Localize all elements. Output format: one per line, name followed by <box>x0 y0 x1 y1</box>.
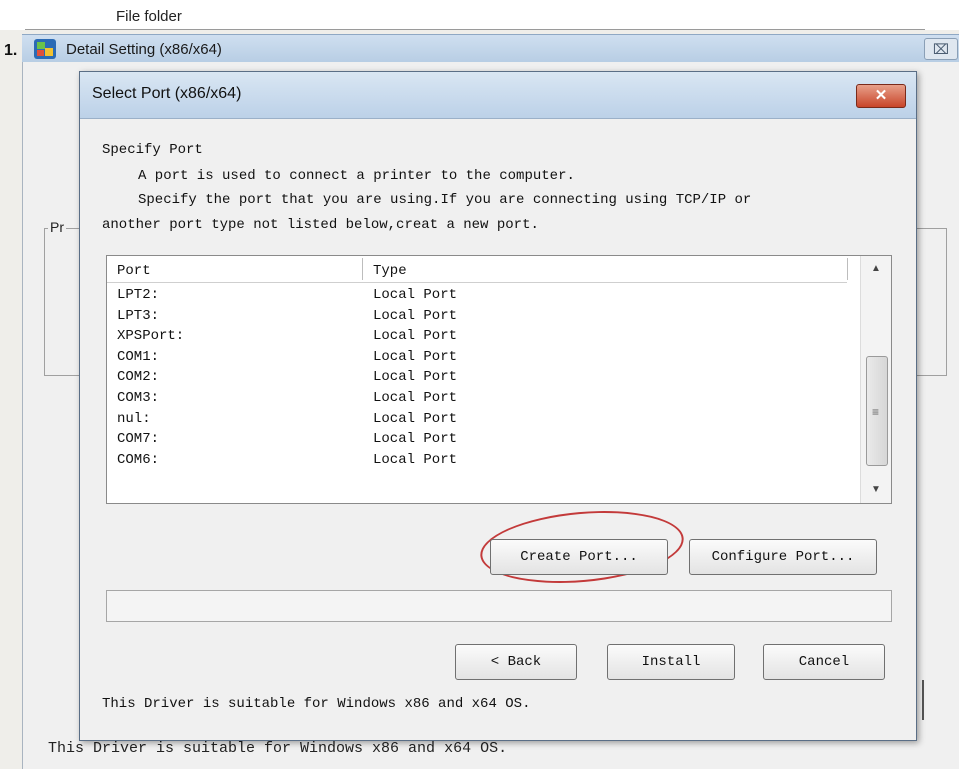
type-cell: Local Port <box>373 348 458 365</box>
vertical-scrollbar[interactable]: ▲ ≡ ▼ <box>860 256 891 503</box>
port-cell: COM7: <box>117 431 160 448</box>
table-row[interactable]: COM6: Local Port <box>107 450 847 471</box>
type-cell: Local Port <box>373 410 458 427</box>
dialog-close-button[interactable]: ✕ <box>856 84 906 108</box>
grip-icon: ≡ <box>872 405 880 419</box>
dialog-footer-note: This Driver is suitable for Windows x86 … <box>102 696 531 712</box>
type-cell: Local Port <box>373 307 458 324</box>
table-row[interactable]: nul: Local Port <box>107 409 847 430</box>
background-window-title: Detail Setting (x86/x64) <box>66 41 222 58</box>
divider <box>25 29 925 30</box>
port-cell: COM1: <box>117 348 160 365</box>
table-row[interactable]: COM2: Local Port <box>107 367 847 388</box>
table-row[interactable]: COM1: Local Port <box>107 347 847 368</box>
background-group-box-right <box>912 228 947 376</box>
description-line-3: another port type not listed below,creat… <box>102 217 539 233</box>
table-row[interactable]: COM3: Local Port <box>107 388 847 409</box>
background-close-button[interactable]: ⌧ <box>924 38 958 60</box>
type-cell: Local Port <box>373 431 458 448</box>
table-row[interactable]: LPT3: Local Port <box>107 306 847 327</box>
description-line-2: Specify the port that you are using.If y… <box>138 192 752 208</box>
port-cell: COM3: <box>117 389 160 406</box>
port-cell: nul: <box>117 410 151 427</box>
section-title: Specify Port <box>102 142 203 158</box>
scrollbar-thumb[interactable]: ≡ <box>866 356 888 466</box>
progress-bar <box>106 590 892 622</box>
column-header-port[interactable]: Port <box>117 263 151 279</box>
type-cell: Local Port <box>373 328 458 345</box>
create-port-button[interactable]: Create Port... <box>490 539 668 575</box>
column-header-type[interactable]: Type <box>373 263 407 279</box>
table-row[interactable]: XPSPort: Local Port <box>107 326 847 347</box>
description-line-1: A port is used to connect a printer to t… <box>138 168 575 184</box>
type-cell: Local Port <box>373 369 458 386</box>
port-cell: COM6: <box>117 451 160 468</box>
file-folder-text: File folder <box>116 8 182 25</box>
scroll-down-arrow-icon[interactable]: ▼ <box>861 477 891 503</box>
scroll-up-arrow-icon[interactable]: ▲ <box>861 256 891 282</box>
printer-app-icon <box>34 39 56 59</box>
background-group-box-left <box>44 228 83 376</box>
column-divider[interactable] <box>362 258 363 280</box>
type-cell: Local Port <box>373 287 458 303</box>
table-row[interactable]: LPT2: Local Port <box>107 285 847 306</box>
port-rows: LPT2: Local Port LPT3: Local Port XPSPor… <box>107 285 847 470</box>
cancel-button[interactable]: Cancel <box>763 644 885 680</box>
port-cell: XPSPort: <box>117 328 185 345</box>
port-cell: LPT2: <box>117 287 160 303</box>
step-number: 1. <box>4 42 18 59</box>
port-cell: LPT3: <box>117 307 160 324</box>
background-footer-note: This Driver is suitable for Windows x86 … <box>48 740 508 757</box>
port-list-header: Port Type <box>107 256 848 283</box>
port-list[interactable]: Port Type LPT2: Local Port LPT3: Local P… <box>106 255 892 504</box>
back-button[interactable]: < Back <box>455 644 577 680</box>
type-cell: Local Port <box>373 451 458 468</box>
install-button[interactable]: Install <box>607 644 735 680</box>
column-divider[interactable] <box>847 258 848 280</box>
port-cell: COM2: <box>117 369 160 386</box>
select-port-dialog: Select Port (x86/x64) ✕ Specify Port A p… <box>79 71 917 741</box>
background-group-label: Pr <box>48 219 66 235</box>
table-row[interactable]: COM7: Local Port <box>107 429 847 450</box>
dialog-titlebar[interactable]: Select Port (x86/x64) ✕ <box>80 72 916 119</box>
dialog-title: Select Port (x86/x64) <box>92 85 242 102</box>
background-window-edge <box>918 680 924 720</box>
type-cell: Local Port <box>373 389 458 406</box>
configure-port-button[interactable]: Configure Port... <box>689 539 877 575</box>
